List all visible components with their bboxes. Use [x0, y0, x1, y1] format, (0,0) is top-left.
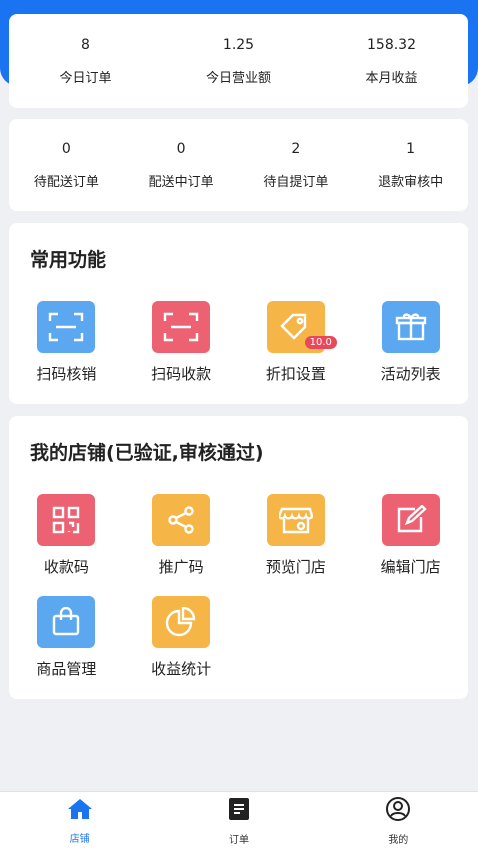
scan-verify-button[interactable]: 扫码核销	[9, 301, 124, 403]
discount-settings-button[interactable]: 10.0 折扣设置	[239, 301, 354, 403]
product-management-button[interactable]: 商品管理	[9, 596, 124, 698]
tab-label: 店铺	[69, 833, 90, 845]
stat-value: 8	[81, 36, 90, 53]
qrcode-icon	[37, 494, 96, 546]
stat-value: 1	[406, 140, 416, 157]
stat-value: 158.32	[367, 36, 416, 53]
edit-icon	[381, 494, 440, 546]
stat-value: 0	[176, 140, 186, 157]
section-title: 我的店铺(已验证,审核通过)	[30, 442, 264, 464]
stat-pending-delivery[interactable]: 0 待配送订单	[9, 119, 124, 211]
stat-today-orders[interactable]: 8 今日订单	[9, 14, 162, 108]
stat-label: 今日营业额	[205, 70, 271, 86]
stat-value: 0	[61, 140, 71, 157]
stat-delivering[interactable]: 0 配送中订单	[124, 119, 239, 211]
tile-label: 预览门店	[265, 558, 326, 576]
tile-label: 收款码	[43, 558, 89, 576]
stat-label: 今日订单	[59, 70, 112, 86]
share-icon	[152, 494, 211, 546]
stat-today-revenue[interactable]: 1.25 今日营业额	[162, 14, 315, 108]
promo-code-button[interactable]: 推广码	[124, 494, 239, 596]
stat-label: 待配送订单	[33, 174, 99, 190]
common-functions-card: 常用功能 扫码核销 扫码收款 10.0 折扣设置 活动列表	[9, 223, 468, 404]
tab-mine[interactable]: 我的	[319, 792, 478, 850]
user-icon	[386, 796, 411, 825]
stat-month-income[interactable]: 158.32 本月收益	[315, 14, 468, 108]
scan-collect-button[interactable]: 扫码收款	[124, 301, 239, 403]
tab-store[interactable]: 店铺	[0, 792, 159, 850]
tab-label: 我的	[388, 834, 409, 846]
stat-value: 1.25	[222, 36, 255, 53]
stat-refund-review[interactable]: 1 退款审核中	[353, 119, 468, 211]
stat-label: 本月收益	[365, 70, 418, 86]
tag-icon: 10.0	[266, 301, 337, 353]
income-stats-button[interactable]: 收益统计	[124, 596, 239, 698]
stat-value: 2	[291, 140, 301, 157]
home-icon	[67, 798, 93, 824]
scan-icon	[37, 301, 96, 353]
tile-label: 收益统计	[151, 660, 212, 678]
stat-pending-pickup[interactable]: 2 待自提订单	[239, 119, 354, 211]
tab-orders[interactable]: 订单	[159, 792, 318, 850]
tile-label: 编辑门店	[380, 558, 441, 576]
payment-code-button[interactable]: 收款码	[9, 494, 124, 596]
tile-label: 扫码核销	[36, 365, 97, 383]
my-store-card: 我的店铺(已验证,审核通过) 收款码 推广码 预览门店 编辑门店 商品管理 收益…	[9, 416, 468, 699]
tile-label: 活动列表	[380, 365, 441, 383]
tile-label: 推广码	[158, 558, 204, 576]
summary-card: 8 今日订单 1.25 今日营业额 158.32 本月收益	[9, 14, 468, 108]
activity-list-button[interactable]: 活动列表	[353, 301, 468, 403]
storefront-icon	[266, 494, 325, 546]
order-status-card: 0 待配送订单 0 配送中订单 2 待自提订单 1 退款审核中	[9, 119, 468, 211]
shopping-bag-icon	[37, 596, 96, 648]
preview-store-button[interactable]: 预览门店	[239, 494, 354, 596]
gift-icon	[381, 301, 440, 353]
tile-label: 折扣设置	[265, 365, 326, 383]
tab-label: 订单	[228, 834, 249, 846]
bottom-tab-bar: 店铺 订单 我的	[0, 791, 478, 850]
stat-label: 待自提订单	[263, 174, 329, 190]
discount-badge: 10.0	[304, 336, 337, 349]
tile-label: 扫码收款	[151, 365, 212, 383]
scan-icon	[152, 301, 211, 353]
section-title: 常用功能	[30, 249, 107, 271]
document-icon	[228, 797, 250, 825]
tile-label: 商品管理	[36, 660, 97, 678]
stat-label: 退款审核中	[378, 174, 444, 190]
stat-label: 配送中订单	[148, 174, 214, 190]
pie-chart-icon	[152, 596, 211, 648]
edit-store-button[interactable]: 编辑门店	[353, 494, 468, 596]
